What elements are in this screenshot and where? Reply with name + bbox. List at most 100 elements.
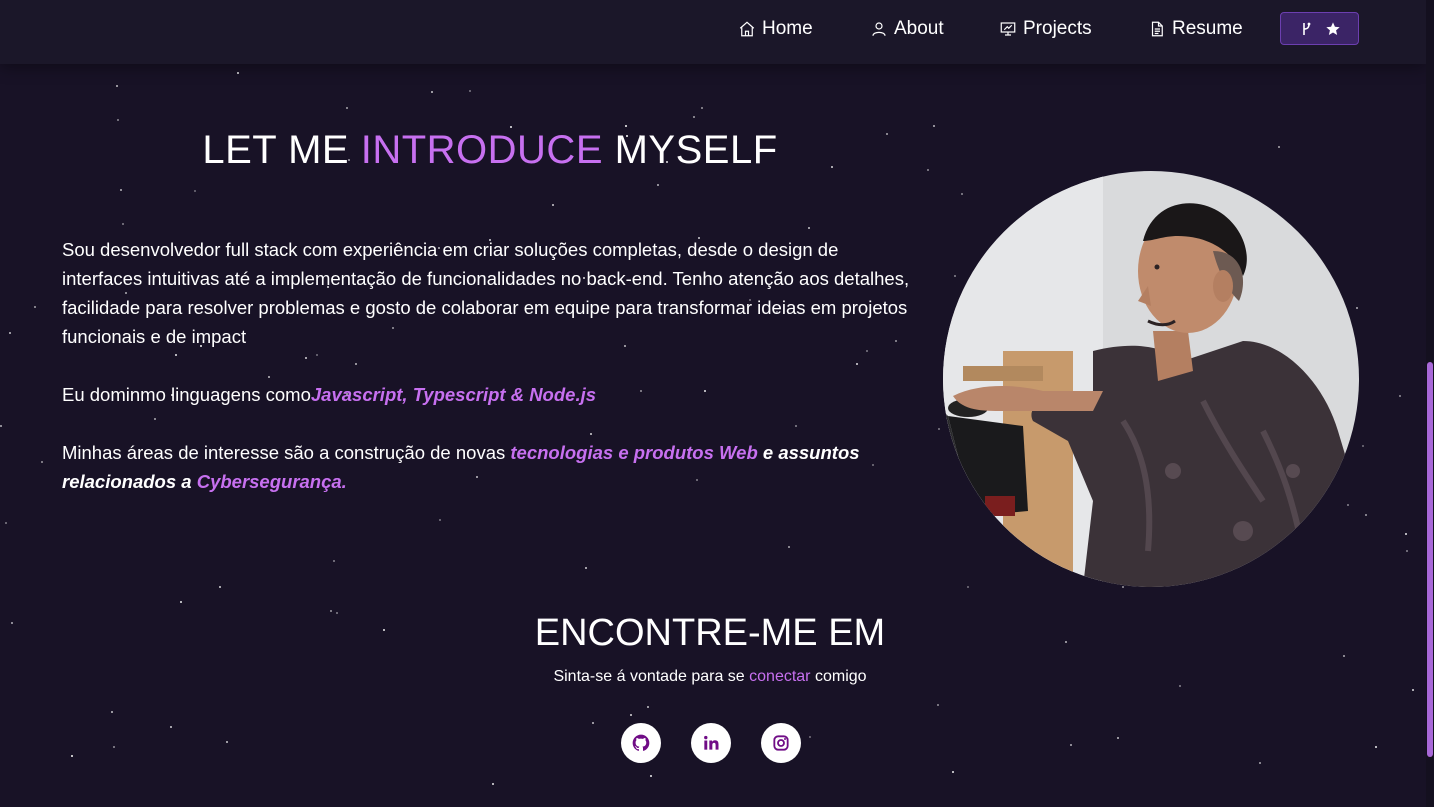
star	[34, 306, 36, 308]
star	[194, 190, 196, 192]
home-icon	[739, 21, 755, 37]
social-instagram-link[interactable]	[761, 723, 801, 763]
star	[492, 783, 494, 785]
social-github-link[interactable]	[621, 723, 661, 763]
star	[122, 223, 124, 225]
document-icon	[1151, 21, 1163, 37]
star	[1117, 737, 1119, 739]
star	[9, 332, 11, 334]
star	[1278, 146, 1280, 148]
star	[1347, 504, 1349, 506]
star	[237, 72, 239, 74]
star	[933, 125, 935, 127]
find-me-title: ENCONTRE-ME EM	[534, 612, 886, 654]
star	[333, 560, 335, 562]
star	[808, 227, 810, 229]
nav-projects-label: Projects	[1023, 18, 1092, 39]
intro-interests-highlight-web: tecnologias e produtos Web	[510, 442, 758, 463]
star	[1122, 586, 1124, 588]
star	[1406, 550, 1408, 552]
intro-body: Sou desenvolvedor full stack com experiê…	[62, 235, 922, 525]
star	[967, 586, 969, 588]
star	[41, 461, 43, 463]
avatar-portrait	[943, 171, 1359, 587]
star	[1343, 655, 1345, 657]
star	[809, 736, 811, 738]
instagram-icon	[773, 735, 789, 751]
star	[1412, 689, 1414, 691]
star	[1259, 762, 1261, 764]
star	[657, 184, 659, 186]
intro-title: LET ME INTRODUCE MYSELF	[62, 128, 918, 173]
star	[938, 428, 940, 430]
nav-resume-label: Resume	[1172, 18, 1243, 39]
star	[693, 116, 695, 118]
star	[585, 567, 587, 569]
intro-paragraph-3: Minhas áreas de interesse são a construç…	[62, 438, 922, 496]
star	[952, 771, 954, 773]
star	[1365, 514, 1367, 516]
star	[431, 91, 433, 93]
git-fork-icon	[1302, 22, 1310, 35]
nav-about-link[interactable]: About	[870, 14, 944, 44]
star-icon	[1325, 21, 1340, 35]
intro-title-part2: MYSELF	[603, 128, 778, 172]
intro-interests-text: Minhas áreas de interesse são a construç…	[62, 442, 511, 463]
nav-home-label: Home	[762, 18, 813, 39]
star	[937, 704, 939, 706]
star	[113, 746, 115, 748]
intro-interests-highlight-security: Cybersegurança.	[196, 471, 347, 492]
star	[469, 90, 471, 92]
find-me-subtitle: Sinta-se á vontade para se conectar comi…	[0, 668, 1420, 686]
star	[1356, 307, 1358, 309]
star	[117, 119, 119, 121]
star	[1399, 395, 1401, 397]
avatar	[943, 171, 1359, 587]
star	[219, 586, 221, 588]
star	[226, 741, 228, 743]
find-me-sub-end: comigo	[810, 668, 867, 685]
star	[1070, 744, 1072, 746]
github-repo-button[interactable]	[1280, 12, 1359, 45]
star	[927, 169, 929, 171]
star	[1405, 533, 1407, 535]
user-icon	[872, 22, 886, 36]
star	[1362, 445, 1364, 447]
navbar: Home About Projects Resume	[0, 0, 1426, 64]
star	[111, 711, 113, 713]
star	[180, 601, 182, 603]
intro-languages-highlight: Javascript, Typescript & Node.js	[310, 384, 597, 405]
star	[170, 726, 172, 728]
intro-paragraph-2: Eu dominmo linguagens comoJavascript, Ty…	[62, 380, 922, 409]
intro-languages-text: Eu dominmo linguagens como	[62, 384, 311, 405]
star	[552, 204, 554, 206]
find-me-sub-highlight: conectar	[749, 668, 811, 685]
social-linkedin-link[interactable]	[691, 723, 731, 763]
presentation-icon	[1000, 22, 1016, 36]
star	[0, 425, 2, 427]
star	[592, 722, 594, 724]
star	[788, 546, 790, 548]
star	[120, 189, 122, 191]
star	[961, 193, 963, 195]
star	[346, 107, 348, 109]
star	[954, 275, 956, 277]
find-me-sub-text: Sinta-se á vontade para se	[553, 668, 750, 685]
star	[630, 714, 632, 716]
star	[71, 755, 73, 757]
nav-about-label: About	[894, 18, 944, 39]
star	[116, 85, 118, 87]
nav-home-link[interactable]: Home	[738, 14, 813, 44]
intro-paragraph-1: Sou desenvolvedor full stack com experiê…	[62, 239, 910, 347]
star	[625, 125, 627, 127]
star	[1375, 746, 1377, 748]
linkedin-icon	[704, 735, 719, 750]
star	[701, 107, 703, 109]
star	[650, 775, 652, 777]
star	[5, 522, 7, 524]
nav-resume-link[interactable]: Resume	[1148, 14, 1243, 44]
star	[647, 706, 649, 708]
nav-projects-link[interactable]: Projects	[999, 14, 1092, 44]
scrollbar-thumb[interactable]	[1427, 362, 1433, 757]
github-icon	[632, 734, 650, 751]
